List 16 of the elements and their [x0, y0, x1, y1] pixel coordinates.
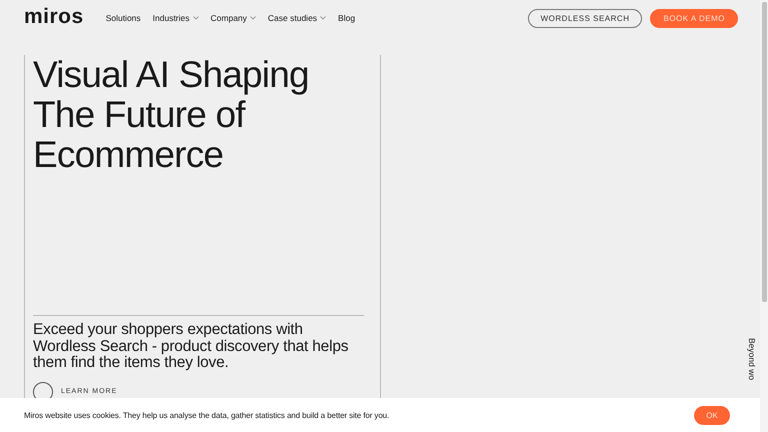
chevron-down-icon	[250, 16, 256, 20]
nav-link[interactable]: Case studies	[268, 13, 326, 23]
search-button[interactable]: WORDLESS SEARCH	[528, 8, 642, 28]
side-text: Beyond wo	[747, 338, 757, 380]
nav-link[interactable]: Industries	[152, 13, 199, 23]
hero-subtitle: Exceed your shoppers expectations with Wordless Search - product discovery that helps them find the items they love.	[33, 322, 350, 372]
nav-link[interactable]: Blog	[338, 13, 356, 23]
scrollbar-thumb[interactable]	[762, 2, 766, 302]
nav-link[interactable]: Solutions	[106, 13, 141, 23]
hero-title: Visual AI Shaping The Future of Ecommerce	[33, 55, 364, 316]
logo[interactable]: miros	[24, 5, 84, 29]
chevron-down-icon	[192, 16, 199, 20]
nav-link[interactable]: Company	[210, 13, 256, 23]
scrollbar[interactable]	[760, 0, 768, 432]
chevron-down-icon	[320, 16, 326, 20]
cookie-text: Miros website uses cookies. They help us analyse the data, gather statistics and build a better site for you.	[24, 410, 390, 420]
